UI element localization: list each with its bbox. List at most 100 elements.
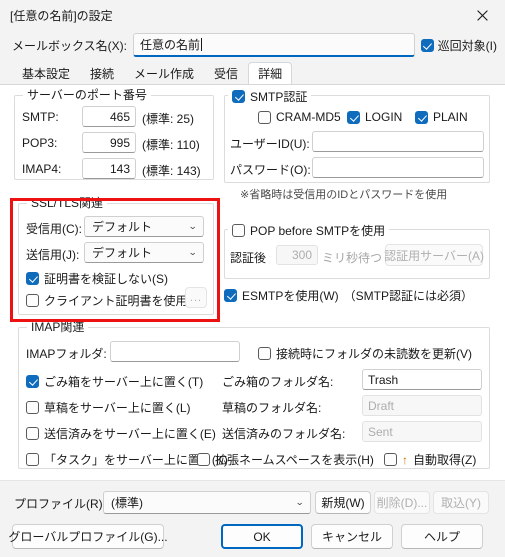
mailbox-name-row: メールボックス名(X): 任意の名前 巡回対象(I)	[0, 30, 505, 60]
title-bar: [任意の名前]の設定	[0, 0, 505, 30]
pop3-port-input[interactable]: 995	[82, 132, 136, 153]
esmtp-checkbox[interactable]: ESMTPを使用(W) （SMTP認証には必須）	[224, 287, 473, 304]
draft-on-server-checkbox[interactable]: 草稿をサーバー上に置く(L)	[26, 399, 191, 416]
esmtp-note: （SMTP認証には必須）	[343, 289, 474, 303]
login-checkbox-box	[347, 110, 360, 124]
sent-on-server-checkbox[interactable]: 送信済みをサーバー上に置く(E)	[26, 425, 216, 442]
client-cert-checkbox[interactable]: クライアント証明書を使用(F)	[26, 292, 203, 309]
smtp-port-value: 465	[109, 109, 130, 124]
pop-before-smtp-checkbox[interactable]: POP before SMTPを使用	[228, 222, 390, 239]
no-verify-cert-checkbox-box	[26, 272, 39, 285]
draft-folder-name-input[interactable]: Draft	[362, 395, 482, 416]
smtp-auth-checkbox-box	[232, 90, 245, 103]
trash-on-server-checkbox[interactable]: ごみ箱をサーバー上に置く(T)	[26, 373, 203, 390]
draft-on-server-checkbox-box	[26, 401, 39, 414]
tab-basic-settings[interactable]: 基本設定	[12, 62, 80, 84]
pop3-port-hint: (標準: 110)	[142, 138, 200, 152]
settings-dialog: [任意の名前]の設定 メールボックス名(X): 任意の名前 巡回対象(I) 基本…	[0, 0, 505, 557]
after-auth-label: 認証後	[230, 251, 267, 265]
patrol-target-checkbox-box	[420, 38, 434, 52]
plain-checkbox-box	[415, 110, 428, 124]
refresh-unread-checkbox-box	[258, 347, 271, 360]
details-panel: サーバーのポート番号 SMTP: 465 (標準: 25) POP3: 995 …	[0, 84, 505, 480]
client-cert-browse-button[interactable]: ...	[185, 287, 207, 308]
tab-receive[interactable]: 受信	[204, 62, 248, 84]
tab-mail-compose[interactable]: メール作成	[124, 62, 204, 84]
extended-namespace-label: 拡張ネームスペースを表示(H)	[215, 453, 374, 467]
login-checkbox[interactable]: LOGIN	[347, 110, 402, 124]
refresh-unread-checkbox[interactable]: 接続時にフォルダの未読数を更新(V)	[258, 345, 472, 362]
ssl-send-value: デフォルト	[92, 246, 153, 260]
ssl-receive-select[interactable]: デフォルト ⌄	[84, 216, 204, 237]
dialog-footer: プロファイル(R): (標準) ⌄ 新規(W) 削除(D)... 取込(Y) グ…	[0, 480, 505, 557]
auth-server-button[interactable]: 認証用サーバー(A)	[384, 244, 484, 266]
trash-on-server-checkbox-box	[26, 375, 39, 388]
client-cert-label: クライアント証明書を使用(F)	[44, 294, 203, 308]
profile-select[interactable]: (標準) ⌄	[103, 491, 311, 514]
task-on-server-checkbox-box	[26, 453, 39, 466]
auth-wait-input[interactable]: 300	[276, 245, 318, 265]
draft-folder-name-label: 草稿のフォルダ名:	[222, 401, 322, 415]
tab-bar: 基本設定 接続 メール作成 受信 詳細	[0, 60, 505, 84]
sent-on-server-label: 送信済みをサーバー上に置く(E)	[44, 427, 216, 441]
imap4-port-input[interactable]: 143	[82, 158, 136, 179]
tab-connection[interactable]: 接続	[80, 62, 124, 84]
trash-folder-name-value: Trash	[368, 372, 399, 387]
window-title: [任意の名前]の設定	[10, 8, 113, 23]
smtp-auth-checkbox[interactable]: SMTP認証	[228, 88, 312, 105]
smtp-userid-input[interactable]	[312, 131, 484, 152]
sent-on-server-checkbox-box	[26, 427, 39, 440]
chevron-down-icon: ⌄	[188, 247, 198, 257]
smtp-userid-label: ユーザーID(U):	[230, 137, 310, 151]
ssl-send-label: 送信用(J):	[26, 248, 80, 262]
smtp-password-input[interactable]	[312, 157, 484, 178]
ssl-send-select[interactable]: デフォルト ⌄	[84, 242, 204, 263]
text-caret	[201, 38, 202, 51]
no-verify-cert-checkbox[interactable]: 証明書を検証しない(S)	[26, 270, 168, 287]
global-profile-button[interactable]: グローバルプロファイル(G)...	[8, 524, 168, 549]
tab-details[interactable]: 詳細	[248, 62, 293, 84]
chevron-down-icon: ⌄	[295, 497, 305, 507]
pop-before-smtp-checkbox-box	[232, 224, 245, 237]
auth-wait-unit-label: ミリ秒待つ	[322, 251, 383, 265]
sent-folder-name-input[interactable]: Sent	[362, 421, 482, 442]
profile-new-button[interactable]: 新規(W)	[315, 491, 371, 514]
imap4-port-value: 143	[109, 161, 130, 176]
patrol-target-label: 巡回対象(I)	[437, 38, 497, 53]
plain-checkbox[interactable]: PLAIN	[415, 110, 468, 124]
pop-before-smtp-label: POP before SMTPを使用	[250, 224, 386, 238]
mailbox-name-input[interactable]: 任意の名前	[132, 33, 415, 57]
close-icon[interactable]	[460, 0, 505, 30]
auth-wait-value: 300	[291, 248, 312, 262]
profile-value: (標準)	[111, 496, 143, 510]
ssl-tls-group-title: SSL/TLS関連	[27, 196, 108, 210]
auto-get-label: 自動取得(Z)	[413, 453, 477, 467]
no-verify-cert-label: 証明書を検証しない(S)	[44, 272, 168, 286]
trash-on-server-label: ごみ箱をサーバー上に置く(T)	[44, 375, 204, 389]
auto-get-checkbox-box	[384, 453, 397, 466]
pop3-port-value: 995	[109, 135, 130, 150]
profile-delete-button[interactable]: 削除(D)...	[374, 491, 430, 514]
cram-md5-label: CRAM-MD5	[276, 110, 341, 124]
ssl-receive-label: 受信用(C):	[26, 222, 82, 236]
chevron-down-icon: ⌄	[188, 221, 198, 231]
profile-import-button[interactable]: 取込(Y)	[433, 491, 489, 514]
patrol-target-checkbox[interactable]: 巡回対象(I)	[420, 37, 497, 54]
mailbox-name-label: メールボックス名(X):	[12, 38, 127, 53]
extended-namespace-checkbox[interactable]: 拡張ネームスペースを表示(H)	[197, 451, 374, 468]
smtp-auth-label: SMTP認証	[250, 90, 308, 104]
help-button[interactable]: ヘルプ	[401, 524, 483, 549]
profile-label: プロファイル(R):	[14, 497, 106, 511]
smtp-port-input[interactable]: 465	[82, 106, 136, 127]
esmtp-label: ESMTPを使用(W)	[242, 289, 339, 303]
cram-md5-checkbox[interactable]: CRAM-MD5	[258, 110, 341, 124]
trash-folder-name-input[interactable]: Trash	[362, 369, 482, 390]
auto-get-checkbox[interactable]: ↑ 自動取得(Z)	[384, 451, 476, 468]
login-label: LOGIN	[365, 110, 403, 124]
cancel-button[interactable]: キャンセル	[311, 524, 393, 549]
imap-group-title: IMAP関連	[27, 320, 89, 334]
ok-button[interactable]: OK	[221, 524, 303, 549]
imap4-port-hint: (標準: 143)	[142, 164, 201, 178]
imap-folder-input[interactable]	[110, 341, 240, 362]
sent-folder-name-label: 送信済みのフォルダ名:	[222, 427, 346, 441]
